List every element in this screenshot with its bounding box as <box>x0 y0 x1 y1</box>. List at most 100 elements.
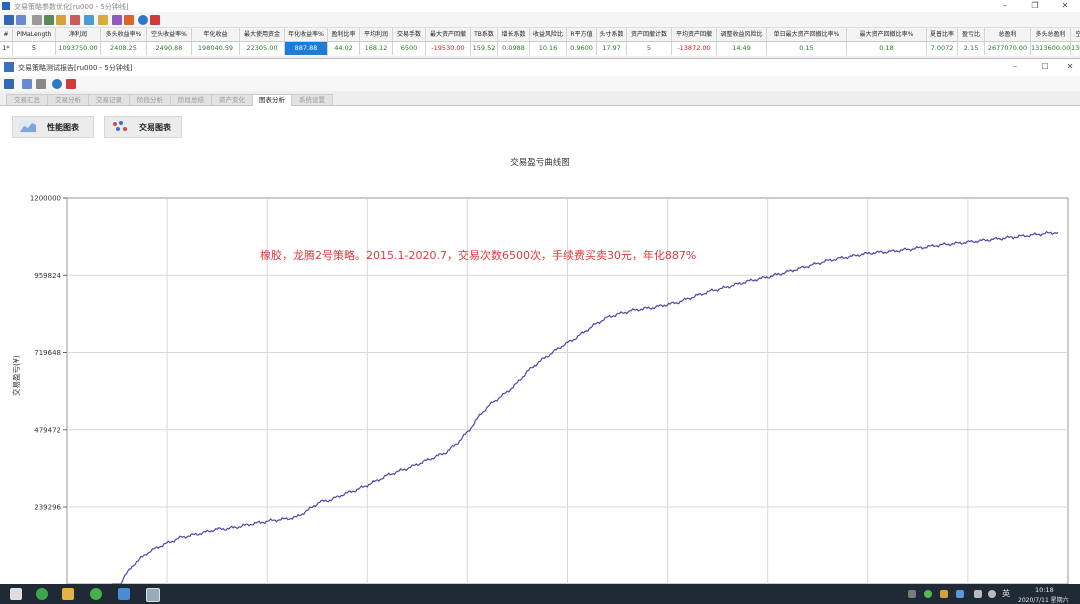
maximize-button[interactable]: ❐ <box>1020 0 1050 12</box>
grid-cell[interactable]: 22305.00 <box>240 42 285 55</box>
grid-cell[interactable]: -13872.00 <box>672 42 717 55</box>
tab-4[interactable]: 阶段分析 <box>129 94 171 105</box>
clock-date[interactable]: 2020/7/11 星期六 <box>1018 595 1069 604</box>
report-app-icon[interactable] <box>146 588 160 602</box>
grid-header-cell[interactable]: 收益风险比 <box>530 28 567 41</box>
grid-header-cell[interactable]: 年化收益 <box>192 28 240 41</box>
grid-cell[interactable]: 159.52 <box>471 42 498 55</box>
grid-header-cell[interactable]: TB系数 <box>471 28 498 41</box>
copy-icon[interactable] <box>22 79 32 89</box>
volume-icon[interactable] <box>988 590 996 598</box>
grid-cell[interactable]: 1313600.00 <box>1031 42 1071 55</box>
app-icon[interactable] <box>36 588 48 600</box>
save-icon[interactable] <box>4 15 14 25</box>
grid-header-cell[interactable]: 总盈利 <box>985 28 1031 41</box>
grid-cell[interactable]: 1093750.00 <box>56 42 101 55</box>
grid-cell[interactable]: 198040.59 <box>192 42 240 55</box>
grid-cell[interactable]: 2408.25 <box>101 42 147 55</box>
tab-2[interactable]: 交易分析 <box>47 94 89 105</box>
tray-icon[interactable] <box>908 590 916 598</box>
print-icon[interactable] <box>32 15 42 25</box>
grid-cell[interactable]: 887.88 <box>285 42 328 55</box>
grid-cell[interactable]: 0.18 <box>847 42 927 55</box>
grid-cell[interactable]: 2490.88 <box>147 42 192 55</box>
settings-icon[interactable] <box>56 15 66 25</box>
minimize-button[interactable]: – <box>990 0 1020 12</box>
tray-icon[interactable] <box>956 590 964 598</box>
clock-time[interactable]: 10:18 <box>1035 586 1054 594</box>
grid-cell[interactable]: 168.12 <box>360 42 393 55</box>
grid-header-cell[interactable]: 空头总盈利 <box>1071 28 1080 41</box>
tray-icon[interactable] <box>940 590 948 598</box>
grid-cell[interactable]: 1363470.00 <box>1071 42 1080 55</box>
bar-chart-icon[interactable] <box>112 15 122 25</box>
grid-cell[interactable]: 14.49 <box>717 42 767 55</box>
network-icon[interactable] <box>974 590 982 598</box>
print-icon[interactable] <box>36 79 46 89</box>
grid-cell[interactable]: 10.16 <box>530 42 567 55</box>
link-icon[interactable] <box>44 15 54 25</box>
pie-chart-icon[interactable] <box>124 15 134 25</box>
grid-header-cell[interactable]: 年化收益率% <box>285 28 328 41</box>
ime-indicator[interactable]: 英 <box>1002 588 1010 599</box>
grid-header-cell[interactable]: 最大资产回撤 <box>426 28 471 41</box>
tab-5[interactable]: 阶段总结 <box>170 94 212 105</box>
grid-cell[interactable]: 0.9600 <box>567 42 597 55</box>
grid-header-cell[interactable]: 增长系数 <box>498 28 530 41</box>
export-icon[interactable] <box>98 15 108 25</box>
grid-header-cell[interactable]: 净利润 <box>56 28 101 41</box>
save-as-icon[interactable] <box>16 15 26 25</box>
help-icon[interactable] <box>138 15 148 25</box>
grid-header-cell[interactable]: 夏普比率 <box>927 28 958 41</box>
chart-icon[interactable] <box>70 15 80 25</box>
wechat-icon[interactable] <box>90 588 102 600</box>
tab-3[interactable]: 交易记录 <box>88 94 130 105</box>
grid-header-cell[interactable]: 调整收益风险比 <box>717 28 767 41</box>
grid-header-cell[interactable]: 最大资产回撤比率% <box>847 28 927 41</box>
grid-cell[interactable]: 6500 <box>393 42 426 55</box>
grid-cell[interactable]: 17.97 <box>597 42 627 55</box>
grid-cell[interactable]: 0.0988 <box>498 42 530 55</box>
grid-cell[interactable]: 5 <box>627 42 672 55</box>
report-minimize-button[interactable]: – <box>1000 61 1030 73</box>
close-button[interactable]: ✕ <box>1050 0 1080 12</box>
grid-header-cell[interactable]: 资产回撤计数 <box>627 28 672 41</box>
grid-header-cell[interactable]: 单日最大资产回撤比率% <box>767 28 847 41</box>
tab-6[interactable]: 资产变化 <box>211 94 253 105</box>
grid-cell[interactable]: 0.15 <box>767 42 847 55</box>
grid-cell[interactable]: -19530.00 <box>426 42 471 55</box>
grid-cell[interactable]: 44.02 <box>328 42 360 55</box>
grid-cell[interactable]: 2677070.00 <box>985 42 1031 55</box>
grid-header-cell[interactable]: 交易手数 <box>393 28 426 41</box>
grid-cell[interactable]: 1* <box>0 42 13 55</box>
table-row[interactable]: 1* 5 1093750.00 2408.25 2490.88 198040.59 2230… <box>0 42 1080 55</box>
grid-header-cell[interactable]: # <box>0 28 13 41</box>
tab-8[interactable]: 系统设置 <box>291 94 333 105</box>
grid-header-cell[interactable]: PlMaLength <box>13 28 56 41</box>
grid-header-cell[interactable]: 盈亏比 <box>958 28 985 41</box>
report-icon[interactable] <box>84 15 94 25</box>
grid-header-cell[interactable]: 头寸系数 <box>597 28 627 41</box>
tray-icon[interactable] <box>924 590 932 598</box>
tab-1[interactable]: 交易汇总 <box>6 94 48 105</box>
grid-header-cell[interactable]: 平均资产回撤 <box>672 28 717 41</box>
trading-app-icon[interactable] <box>118 588 130 600</box>
grid-header-cell[interactable]: 多头总盈利 <box>1031 28 1071 41</box>
save-icon[interactable] <box>4 79 14 89</box>
folder-icon[interactable] <box>62 588 74 600</box>
grid-header-cell[interactable]: 平均利润 <box>360 28 393 41</box>
grid-cell[interactable]: 7.0072 <box>927 42 958 55</box>
start-icon[interactable] <box>10 588 22 600</box>
grid-header-cell[interactable]: 最大使用资金 <box>240 28 285 41</box>
close-icon[interactable] <box>66 79 76 89</box>
tab-7[interactable]: 图表分析 <box>252 94 292 106</box>
grid-cell[interactable]: 2.15 <box>958 42 985 55</box>
help-icon[interactable] <box>52 79 62 89</box>
grid-header-cell[interactable]: 盈利比率 <box>328 28 360 41</box>
grid-header-cell[interactable]: 多头收益率% <box>101 28 147 41</box>
report-close-button[interactable]: ✕ <box>1055 61 1080 73</box>
grid-header-cell[interactable]: 空头收益率% <box>147 28 192 41</box>
grid-header-cell[interactable]: R平方值 <box>567 28 597 41</box>
close-icon[interactable] <box>150 15 160 25</box>
grid-cell[interactable]: 5 <box>13 42 56 55</box>
